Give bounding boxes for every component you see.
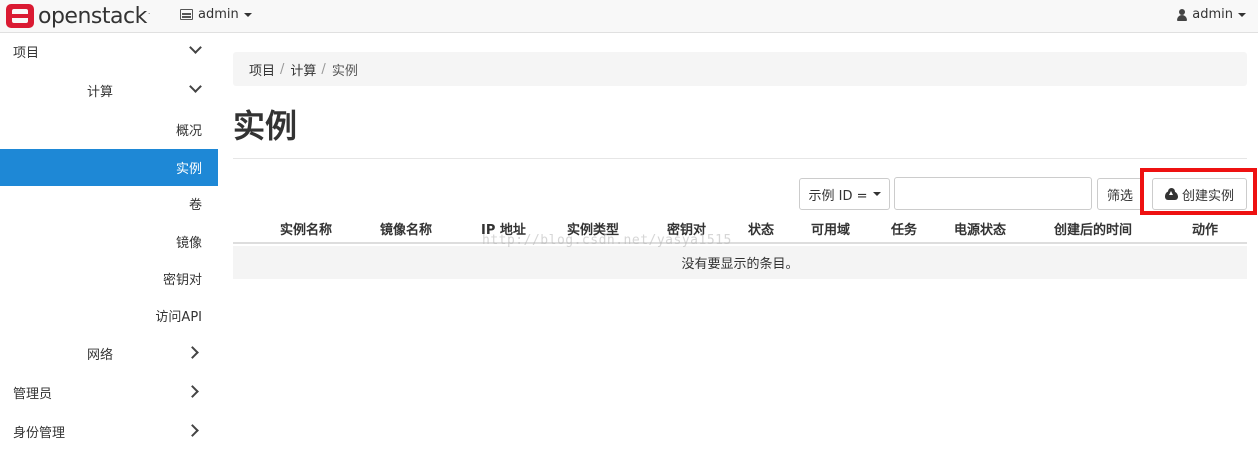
sidebar-item-compute[interactable]: 计算 — [0, 72, 218, 109]
sidebar-item-label: 网络 — [87, 348, 114, 363]
chevron-down-icon — [189, 41, 202, 54]
top-navbar: openstack . admin admin — [0, 0, 1258, 33]
launch-instance-button[interactable]: 创建实例 — [1152, 178, 1247, 210]
brand-mark: . — [147, 6, 151, 16]
chevron-down-icon — [189, 80, 202, 93]
sidebar-item-label: 项目 — [13, 46, 40, 61]
breadcrumb-item-compute[interactable]: 计算 — [290, 60, 316, 79]
caret-down-icon — [243, 12, 252, 17]
user-menu[interactable]: admin — [1177, 7, 1246, 22]
cloud-upload-icon — [1164, 187, 1178, 200]
sidebar-item-network[interactable]: 网络 — [0, 335, 218, 372]
column-header-availability-zone[interactable]: 可用域 — [811, 219, 850, 238]
caret-down-icon — [1238, 12, 1246, 17]
filter-input[interactable] — [894, 177, 1092, 210]
column-header-ip-address[interactable]: IP 地址 — [481, 219, 526, 238]
breadcrumb-item-project[interactable]: 项目 — [249, 60, 275, 79]
sidebar-item-overview[interactable]: 概况 — [0, 111, 218, 148]
user-icon — [1177, 8, 1188, 21]
sidebar: 项目 计算 概况 实例 卷 镜像 密钥对 访问API 网络 管理员 身份管理 — [0, 33, 218, 467]
breadcrumb-separator: / — [321, 61, 326, 77]
sidebar-item-label: 密钥对 — [162, 273, 202, 288]
column-header-actions: 动作 — [1192, 223, 1219, 238]
column-header-status[interactable]: 状态 — [748, 219, 774, 238]
filter-field-label: 示例 ID = — [808, 188, 868, 204]
chevron-right-icon — [186, 424, 199, 437]
sidebar-item-project[interactable]: 项目 — [0, 33, 218, 70]
launch-instance-label: 创建实例 — [1181, 188, 1234, 204]
column-header-image-name[interactable]: 镜像名称 — [380, 219, 432, 238]
filter-field-select[interactable]: 示例 ID = — [799, 178, 890, 210]
sidebar-item-identity[interactable]: 身份管理 — [0, 413, 218, 450]
sidebar-item-label: 身份管理 — [13, 426, 66, 441]
sidebar-item-label: 卷 — [188, 198, 202, 213]
sidebar-item-label: 计算 — [87, 85, 114, 100]
sidebar-item-images[interactable]: 镜像 — [0, 223, 218, 260]
column-header-age[interactable]: 创建后的时间 — [1054, 219, 1132, 238]
chevron-right-icon — [186, 385, 199, 398]
sidebar-item-label: 镜像 — [175, 236, 202, 251]
breadcrumb-separator: / — [280, 61, 285, 77]
caret-down-icon — [872, 192, 881, 196]
sidebar-item-admin[interactable]: 管理员 — [0, 374, 218, 411]
sidebar-item-instances[interactable]: 实例 — [0, 149, 218, 186]
column-header-task[interactable]: 任务 — [891, 219, 917, 238]
filter-button[interactable]: 筛选 — [1097, 178, 1143, 210]
project-list-icon — [180, 9, 193, 20]
title-divider — [233, 158, 1247, 159]
sidebar-item-volumes[interactable]: 卷 — [0, 185, 218, 222]
column-header-flavor[interactable]: 实例类型 — [567, 219, 619, 238]
table-header: 实例名称 镜像名称 IP 地址 实例类型 密钥对 状态 可用域 任务 电源状态 … — [233, 213, 1247, 244]
user-name: admin — [1192, 7, 1233, 22]
sidebar-item-label: 访问API — [155, 310, 202, 325]
chevron-right-icon — [186, 346, 199, 359]
sidebar-item-keypairs[interactable]: 密钥对 — [0, 260, 218, 297]
column-header-keypair[interactable]: 密钥对 — [667, 219, 706, 238]
sidebar-item-api-access[interactable]: 访问API — [0, 297, 218, 334]
page-title: 实例 — [233, 107, 298, 145]
project-selector[interactable]: admin — [180, 7, 252, 22]
brand-name: openstack — [38, 3, 147, 29]
sidebar-item-label: 管理员 — [13, 387, 53, 402]
column-header-power-state[interactable]: 电源状态 — [954, 219, 1006, 238]
table-empty-row: 没有要显示的条目。 — [233, 246, 1247, 279]
breadcrumb-item-current: 实例 — [331, 63, 358, 79]
sidebar-item-label: 概况 — [175, 124, 202, 139]
brand-logo[interactable]: openstack . — [6, 3, 150, 29]
project-name: admin — [198, 7, 239, 22]
column-header-instance-name[interactable]: 实例名称 — [280, 219, 332, 238]
sidebar-item-label: 实例 — [175, 162, 202, 177]
empty-message: 没有要显示的条目。 — [681, 257, 799, 272]
breadcrumb: 项目 / 计算 / 实例 — [233, 52, 1247, 86]
openstack-logo-icon — [6, 4, 34, 28]
